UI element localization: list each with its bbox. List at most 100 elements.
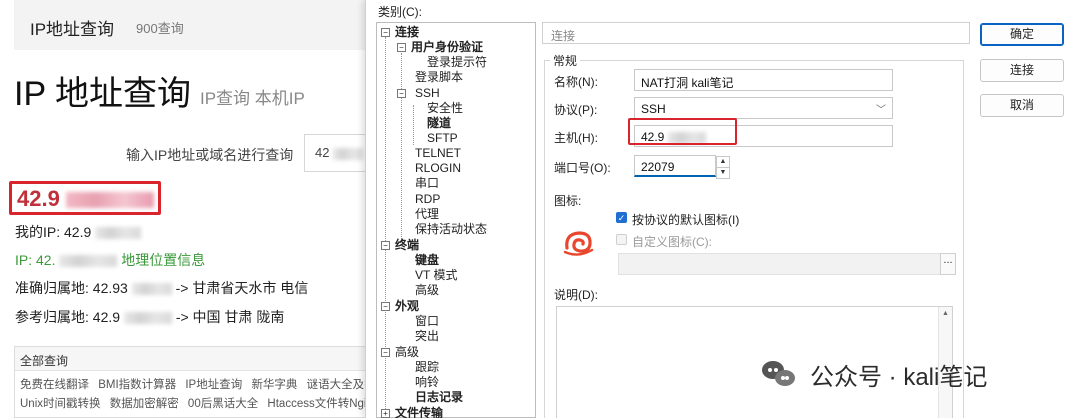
site-header: IP地址查询 900查询 — [14, 0, 372, 50]
chevron-down-icon: ﹀ — [876, 105, 886, 116]
tool-link[interactable]: 谜语大全及答 — [307, 379, 372, 391]
wechat-icon — [762, 359, 796, 389]
tool-link[interactable]: 00后黑话大全 — [188, 398, 258, 410]
port-spinner[interactable]: ▲ ▼ — [716, 156, 730, 179]
tree-item-login-prompt[interactable]: 登录提示符 — [427, 55, 487, 70]
port-label: 端口号(O): — [554, 161, 611, 175]
tree-connector — [401, 53, 402, 241]
default-icon-label: 按协议的默认图标(I) — [632, 213, 740, 227]
redacted-blur — [65, 192, 154, 209]
tree-item-user-auth[interactable]: 用户身份验证 — [411, 40, 483, 55]
tree-item-serial[interactable]: 串口 — [415, 176, 439, 191]
redacted-blur — [95, 227, 142, 240]
browse-button[interactable]: ... — [940, 253, 956, 275]
protocol-select[interactable]: SSH ﹀ — [634, 97, 893, 119]
host-label: 主机(H): — [554, 131, 598, 145]
all-tools-box: 全部查询 免费在线翻译 BMI指数计算器 IP地址查询 新华字典 谜语大全及答 … — [14, 346, 372, 418]
tree-item-rdp[interactable]: RDP — [415, 192, 440, 207]
redacted-blur — [59, 255, 118, 268]
page-subtitle: IP查询 本机IP — [200, 89, 305, 108]
tree-item-highlight[interactable]: 突出 — [415, 329, 439, 344]
wechat-watermark: 公众号 · kali笔记 — [762, 354, 987, 394]
page-title: IP 地址查询 — [14, 75, 191, 113]
default-icon-checkbox[interactable]: ✓ — [616, 212, 627, 223]
name-label: 名称(N): — [554, 75, 598, 89]
expand-toggle-icon[interactable]: + — [381, 409, 390, 418]
tree-item-rlogin[interactable]: RLOGIN — [415, 161, 461, 176]
tree-connector — [413, 105, 414, 145]
ip-geo-link[interactable]: IP: 42. 地理位置信息 — [15, 250, 205, 270]
spin-up-icon[interactable]: ▲ — [717, 157, 729, 168]
collapse-toggle-icon[interactable]: − — [381, 348, 390, 357]
category-label: 类别(C): — [378, 5, 422, 19]
spin-down-icon[interactable]: ▼ — [717, 168, 729, 179]
tree-item-security[interactable]: 安全性 — [427, 101, 463, 116]
result-ip-highlight: 42.9 — [9, 181, 161, 215]
ip-query-input[interactable]: 42 — [304, 134, 372, 172]
ip-lookup-webpage: IP地址查询 900查询 IP 地址查询 IP查询 本机IP 输入IP地址或域名… — [0, 0, 372, 418]
name-input[interactable]: NAT打洞 kali笔记 — [634, 69, 893, 91]
collapse-toggle-icon[interactable]: − — [397, 89, 406, 98]
watermark-text: 公众号 · kali笔记 — [810, 363, 988, 391]
tree-item-ssh[interactable]: SSH — [415, 86, 440, 101]
tool-link[interactable]: Unix时间戳转换 — [20, 398, 101, 410]
tree-item-advanced[interactable]: 高级 — [395, 345, 419, 360]
tree-item-logging[interactable]: 日志记录 — [415, 390, 463, 405]
tool-links-row-2: Unix时间戳转换 数据加密解密 00后黑话大全 Htaccess文件转Ngin — [15, 390, 372, 410]
tree-item-window[interactable]: 窗口 — [415, 314, 439, 329]
my-ip-line: 我的IP: 42.9 — [15, 222, 142, 242]
tool-links-row-1: 免费在线翻译 BMI指数计算器 IP地址查询 新华字典 谜语大全及答 — [15, 371, 372, 391]
chat-bubble-icon — [775, 370, 795, 386]
collapse-toggle-icon[interactable]: − — [381, 28, 390, 37]
tree-item-appearance[interactable]: 外观 — [395, 299, 419, 314]
tool-link[interactable]: Htaccess文件转Ngin — [267, 398, 372, 410]
tree-item-keyboard[interactable]: 键盘 — [415, 253, 439, 268]
tree-item-bell[interactable]: 响铃 — [415, 375, 439, 390]
connect-button[interactable]: 连接 — [980, 59, 1064, 82]
protocol-label: 协议(P): — [554, 103, 598, 117]
query-value: 42 — [315, 145, 330, 160]
redacted-blur — [131, 283, 172, 296]
visit-count: 900查询 — [136, 21, 184, 36]
tool-link[interactable]: IP地址查询 — [185, 379, 242, 391]
reference-location-line: 参考归属地: 42.9 -> 中国 甘肃 陇南 — [15, 309, 285, 325]
collapse-toggle-icon[interactable]: − — [381, 241, 390, 250]
tree-item-terminal-advanced[interactable]: 高级 — [415, 283, 439, 298]
tree-item-tunnel[interactable]: 隧道 — [427, 116, 451, 131]
tool-link[interactable]: 数据加密解密 — [110, 398, 179, 410]
tree-item-trace[interactable]: 跟踪 — [415, 360, 439, 375]
tree-item-terminal[interactable]: 终端 — [395, 238, 419, 253]
general-group-title: 常规 — [550, 52, 581, 69]
collapse-toggle-icon[interactable]: − — [381, 302, 390, 311]
tree-item-telnet[interactable]: TELNET — [415, 146, 461, 161]
query-label: 输入IP地址或域名进行查询 — [126, 147, 294, 163]
description-label: 说明(D): — [554, 288, 598, 302]
scroll-up-icon[interactable]: ▲ — [939, 307, 952, 317]
site-brand[interactable]: IP地址查询 — [30, 15, 114, 40]
port-input[interactable]: 22079 — [634, 155, 716, 177]
result-ip: 42.9 — [17, 186, 154, 212]
tree-item-proxy[interactable]: 代理 — [415, 207, 439, 222]
tool-link[interactable]: 新华字典 — [251, 379, 297, 391]
tree-item-keepalive[interactable]: 保持活动状态 — [415, 222, 487, 237]
custom-icon-checkbox[interactable] — [616, 234, 627, 245]
tool-link[interactable]: 免费在线翻译 — [20, 379, 89, 391]
category-tree[interactable]: − 连接 − 用户身份验证 登录提示符 登录脚本 − SSH 安全性 隧道 SF… — [376, 22, 536, 418]
custom-icon-path-input[interactable] — [618, 253, 943, 275]
cancel-button[interactable]: 取消 — [980, 94, 1064, 117]
tree-item-connection[interactable]: 连接 — [395, 25, 419, 40]
host-highlight-box — [628, 118, 737, 145]
swirl-session-icon — [563, 231, 594, 256]
protocol-value: SSH — [641, 102, 666, 116]
tree-item-login-script[interactable]: 登录脚本 — [415, 70, 463, 85]
exact-location-line: 准确归属地: 42.93 -> 甘肃省天水市 电信 — [15, 280, 309, 296]
tree-item-vt-mode[interactable]: VT 模式 — [415, 268, 457, 283]
collapse-toggle-icon[interactable]: − — [397, 43, 406, 52]
custom-icon-label: 自定义图标(C): — [632, 235, 712, 249]
tree-item-sftp[interactable]: SFTP — [427, 131, 458, 146]
ok-button[interactable]: 确定 — [980, 23, 1064, 46]
tool-link[interactable]: BMI指数计算器 — [98, 379, 176, 391]
tree-item-file-transfer[interactable]: 文件传输 — [395, 406, 443, 418]
all-tools-header: 全部查询 — [15, 347, 372, 371]
redacted-blur — [333, 147, 364, 160]
